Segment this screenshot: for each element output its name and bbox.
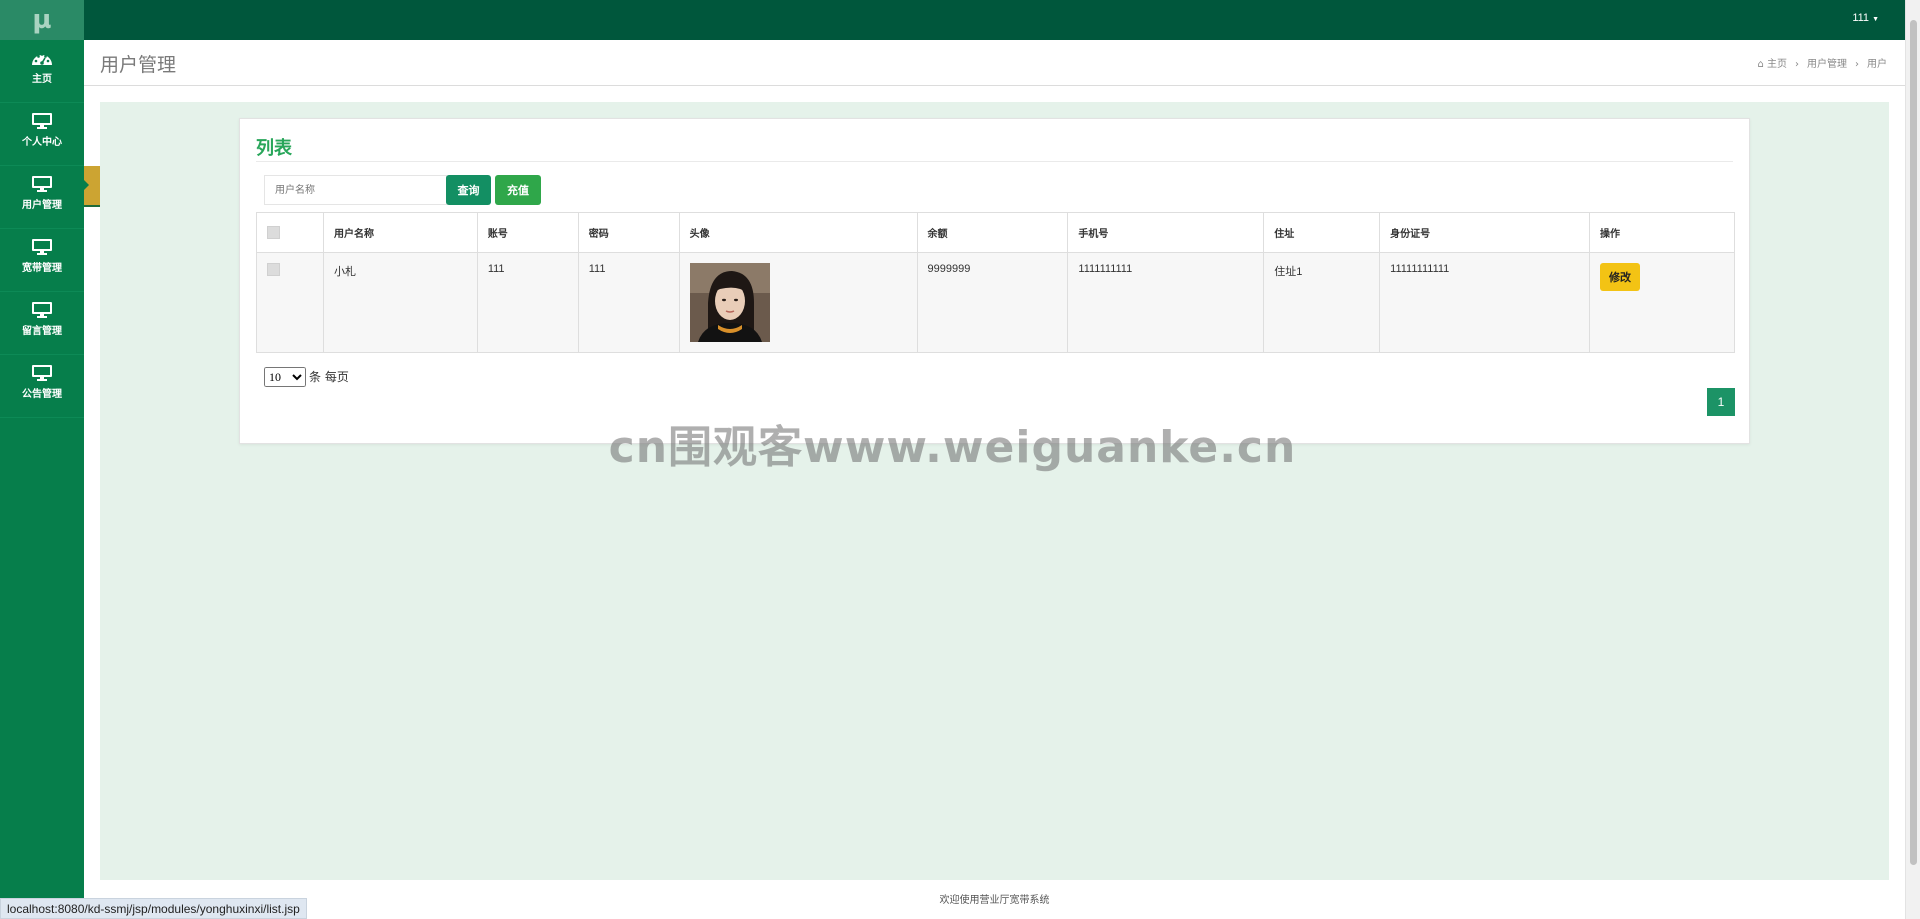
footer-text: 欢迎使用营业厅宽带系统 [939,895,1050,906]
page-title: 用户管理 [100,54,177,76]
sidebar-item-home[interactable]: 主页 [0,40,84,103]
edit-button[interactable]: 修改 [1600,263,1641,291]
cell-balance: 9999999 [916,252,1069,353]
column-header: 密码 [577,212,680,253]
divider [256,161,1733,162]
top-navbar: µ 111 ▼ [0,0,1905,40]
page-size-select[interactable]: 10 [264,367,306,387]
column-header: 用户名称 [322,212,478,253]
column-header: 账号 [476,212,579,253]
cell-avatar [678,252,918,353]
chevron-right-icon: › [1855,59,1859,70]
sidebar-item-broadband-management[interactable]: 宽带管理 [0,229,84,292]
column-header: 头像 [678,212,918,253]
column-header: 住址 [1263,212,1381,253]
breadcrumb-home[interactable]: ⌂ 主页 [1757,59,1787,70]
sidebar-item-profile[interactable]: 个人中心 [0,103,84,166]
cell-phone: 1111111111 [1067,252,1265,353]
breadcrumb-home-label: 主页 [1767,59,1787,70]
query-button[interactable]: 查询 [446,175,491,205]
user-table: 用户名称 账号 密码 头像 余额 手机号 住址 身份证号 操作 小札 111 1… [256,212,1735,353]
cell-account: 111 [476,252,579,353]
page-size-control: 10 条 每页 [264,367,349,387]
monitor-icon [32,365,52,381]
home-icon: ⌂ [1757,59,1764,70]
monitor-icon [32,239,52,255]
monitor-icon [32,113,52,129]
breadcrumb: ⌂ 主页 › 用户管理 › 用户 [1757,55,1887,70]
list-panel: 列表 查询 充值 用户名称 账号 密码 头像 余额 手机号 住址 身份证号 操作 [239,118,1750,444]
sidebar-item-notice-management[interactable]: 公告管理 [0,355,84,418]
recharge-button[interactable]: 充值 [495,175,541,205]
cell-password: 111 [577,252,680,353]
select-all-checkbox[interactable] [267,226,280,239]
sidebar-item-label: 留言管理 [22,326,62,337]
user-dropdown[interactable]: 111 ▼ [1852,0,1879,40]
monitor-icon [32,302,52,318]
cell-id-number: 11111111111 [1379,252,1591,353]
row-select-cell [256,252,324,353]
column-header: 身份证号 [1379,212,1591,253]
monitor-icon [32,176,52,192]
sidebar-item-label: 公告管理 [22,389,62,400]
panel-title: 列表 [256,138,292,159]
column-header: 手机号 [1067,212,1265,253]
column-header: 操作 [1589,212,1735,253]
sidebar-item-label: 宽带管理 [22,263,62,274]
breadcrumb-user-management[interactable]: 用户管理 [1807,59,1847,70]
chevron-right-icon: › [1795,59,1799,70]
app-logo: µ [0,0,84,40]
sidebar-item-label: 主页 [32,74,52,85]
cell-actions: 修改 [1589,252,1735,353]
page-button-current[interactable]: 1 [1707,388,1735,416]
search-input[interactable] [264,175,447,205]
sidebar: 主页 个人中心 用户管理 宽带管理 留言管理 公告管理 [0,40,84,919]
user-dropdown-label: 111 [1852,12,1870,24]
column-header: 余额 [916,212,1069,253]
page-size-suffix: 条 每页 [309,370,349,384]
caret-down-icon: ▼ [1872,16,1879,23]
dashboard-icon [32,53,52,65]
vertical-scrollbar[interactable] [1905,0,1920,919]
cell-name: 小札 [322,252,478,353]
sidebar-item-label: 用户管理 [22,200,62,211]
sidebar-item-message-management[interactable]: 留言管理 [0,292,84,355]
sidebar-item-user-management[interactable]: 用户管理 [0,166,84,229]
row-checkbox[interactable] [267,263,280,276]
header-select-all [256,212,324,253]
table-row: 小札 111 111 9999999 1111111111 住址1 111111… [256,252,1735,353]
page-header: 用户管理 ⌂ 主页 › 用户管理 › 用户 [84,40,1905,86]
status-bar-url: localhost:8080/kd-ssmj/jsp/modules/yongh… [0,898,307,919]
breadcrumb-current: 用户 [1867,59,1887,70]
avatar [689,263,770,342]
scrollbar-thumb[interactable] [1910,20,1917,865]
cell-address: 住址1 [1263,252,1381,353]
table-header-row: 用户名称 账号 密码 头像 余额 手机号 住址 身份证号 操作 [256,212,1735,253]
sidebar-item-label: 个人中心 [22,137,62,148]
